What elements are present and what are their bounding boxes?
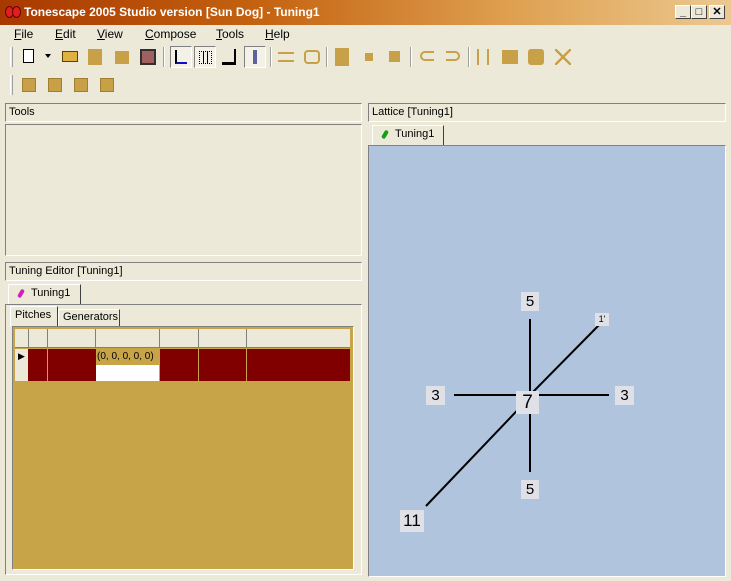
vector-cell[interactable]: (0, 0, 0, 0, 0) [96, 349, 159, 365]
new-file-icon[interactable] [23, 49, 34, 63]
grid-col-divider [198, 329, 199, 348]
lattice-pane-header: Lattice [Tuning1] [368, 103, 726, 122]
menu-edit[interactable]: Edit [55, 27, 76, 41]
grid-col-divider [246, 329, 247, 348]
tuning-editor-doc-tab[interactable]: Tuning1 [8, 284, 81, 304]
pointer-icon [175, 50, 187, 64]
table-row[interactable] [28, 349, 350, 381]
grid-header-row [15, 329, 350, 348]
block-medium-icon[interactable] [389, 51, 400, 62]
menu-file[interactable]: File [14, 27, 33, 41]
toolbar-grip[interactable] [10, 47, 13, 67]
lattice-doc-tab[interactable]: Tuning1 [372, 125, 444, 145]
save-icon[interactable] [88, 49, 102, 65]
close-button[interactable]: ✕ [709, 5, 725, 19]
lattice-canvas[interactable]: 5 5 3 3 1' 11 7 [368, 145, 726, 577]
lattice-node-upper-right[interactable]: 1' [595, 313, 609, 326]
delete-icon[interactable] [555, 49, 571, 65]
tab-generators[interactable]: Generators [58, 309, 120, 326]
maximize-button[interactable]: □ [691, 5, 707, 19]
lattice-node-right[interactable]: 3 [615, 386, 634, 405]
tuning-tool-button[interactable] [244, 46, 266, 68]
lattice-doc-tab-label: Tuning1 [395, 128, 435, 140]
new-dropdown-arrow-icon[interactable] [45, 54, 51, 58]
toolbar-grip[interactable] [10, 75, 13, 95]
grid-tool-button[interactable] [194, 46, 216, 68]
menu-help[interactable]: Help [265, 27, 290, 41]
tuning-editor-header: Tuning Editor [Tuning1] [5, 262, 362, 281]
grid-col-divider [47, 329, 48, 348]
menu-bar: File Edit View Compose Tools Help [0, 25, 731, 43]
redo-icon[interactable] [446, 51, 460, 61]
block-large-icon[interactable] [335, 48, 349, 66]
vector-cell-editor[interactable] [96, 365, 159, 381]
main-toolbar [0, 44, 731, 72]
select-tool-button[interactable] [170, 46, 192, 68]
title-bar[interactable]: Tonescape 2005 Studio version [Sun Dog] … [0, 0, 731, 25]
copy-icon[interactable] [502, 50, 518, 64]
toolbar-separator [163, 47, 165, 67]
lattice-node-down[interactable]: 5 [521, 480, 539, 499]
pause-icon[interactable] [74, 78, 88, 92]
tuning-editor-doc-tab-label: Tuning1 [31, 287, 71, 299]
lattice-node-left[interactable]: 3 [426, 386, 445, 405]
loop-icon[interactable] [304, 50, 320, 64]
grid-col-divider [246, 349, 247, 381]
tab-pitches[interactable]: Pitches [10, 306, 58, 326]
save-all-icon[interactable] [115, 51, 129, 64]
grid-icon [199, 51, 212, 64]
lattice-node-lower-left[interactable]: 11 [400, 510, 424, 532]
play-selection-icon[interactable] [48, 78, 62, 92]
undo-icon[interactable] [420, 51, 434, 61]
tuning-fork-icon [253, 50, 257, 64]
cut-icon[interactable] [477, 49, 489, 65]
tools-pane-header: Tools [5, 103, 362, 122]
app-icon-part [12, 6, 21, 18]
tuning-leaf-icon [381, 129, 389, 139]
transport-toolbar [0, 72, 731, 98]
properties-icon[interactable] [140, 49, 156, 65]
window-title: Tonescape 2005 Studio version [Sun Dog] … [24, 5, 320, 19]
grid-col-divider [198, 349, 199, 381]
note-icon[interactable] [222, 49, 236, 65]
toolbar-separator [326, 47, 328, 67]
grid-col-divider [159, 329, 160, 348]
lattice-node-up[interactable]: 5 [521, 292, 539, 311]
lattice-edge-diagonal-ne [530, 322, 602, 395]
align-icon[interactable] [278, 52, 294, 62]
tools-pane-body [5, 124, 362, 256]
grid-col-divider [95, 329, 96, 348]
lattice-node-center[interactable]: 7 [516, 391, 539, 414]
play-icon[interactable] [22, 78, 36, 92]
tuning-leaf-icon [17, 288, 25, 298]
menu-view[interactable]: View [97, 27, 123, 41]
toolbar-separator [468, 47, 470, 67]
grid-col-divider [28, 329, 29, 348]
menu-compose[interactable]: Compose [145, 27, 196, 41]
paste-icon[interactable] [528, 49, 544, 65]
open-folder-icon[interactable] [62, 51, 78, 62]
stop-icon[interactable] [100, 78, 114, 92]
menu-tools[interactable]: Tools [216, 27, 244, 41]
grid-col-divider [47, 349, 48, 381]
block-small-icon[interactable] [365, 53, 373, 61]
grid-col-divider [159, 349, 160, 381]
toolbar-separator [410, 47, 412, 67]
pitches-grid[interactable]: ▶ (0, 0, 0, 0, 0) [12, 326, 354, 570]
minimize-button[interactable]: _ [675, 5, 691, 19]
toolbar-separator [270, 47, 272, 67]
row-indicator[interactable]: ▶ [15, 349, 28, 381]
